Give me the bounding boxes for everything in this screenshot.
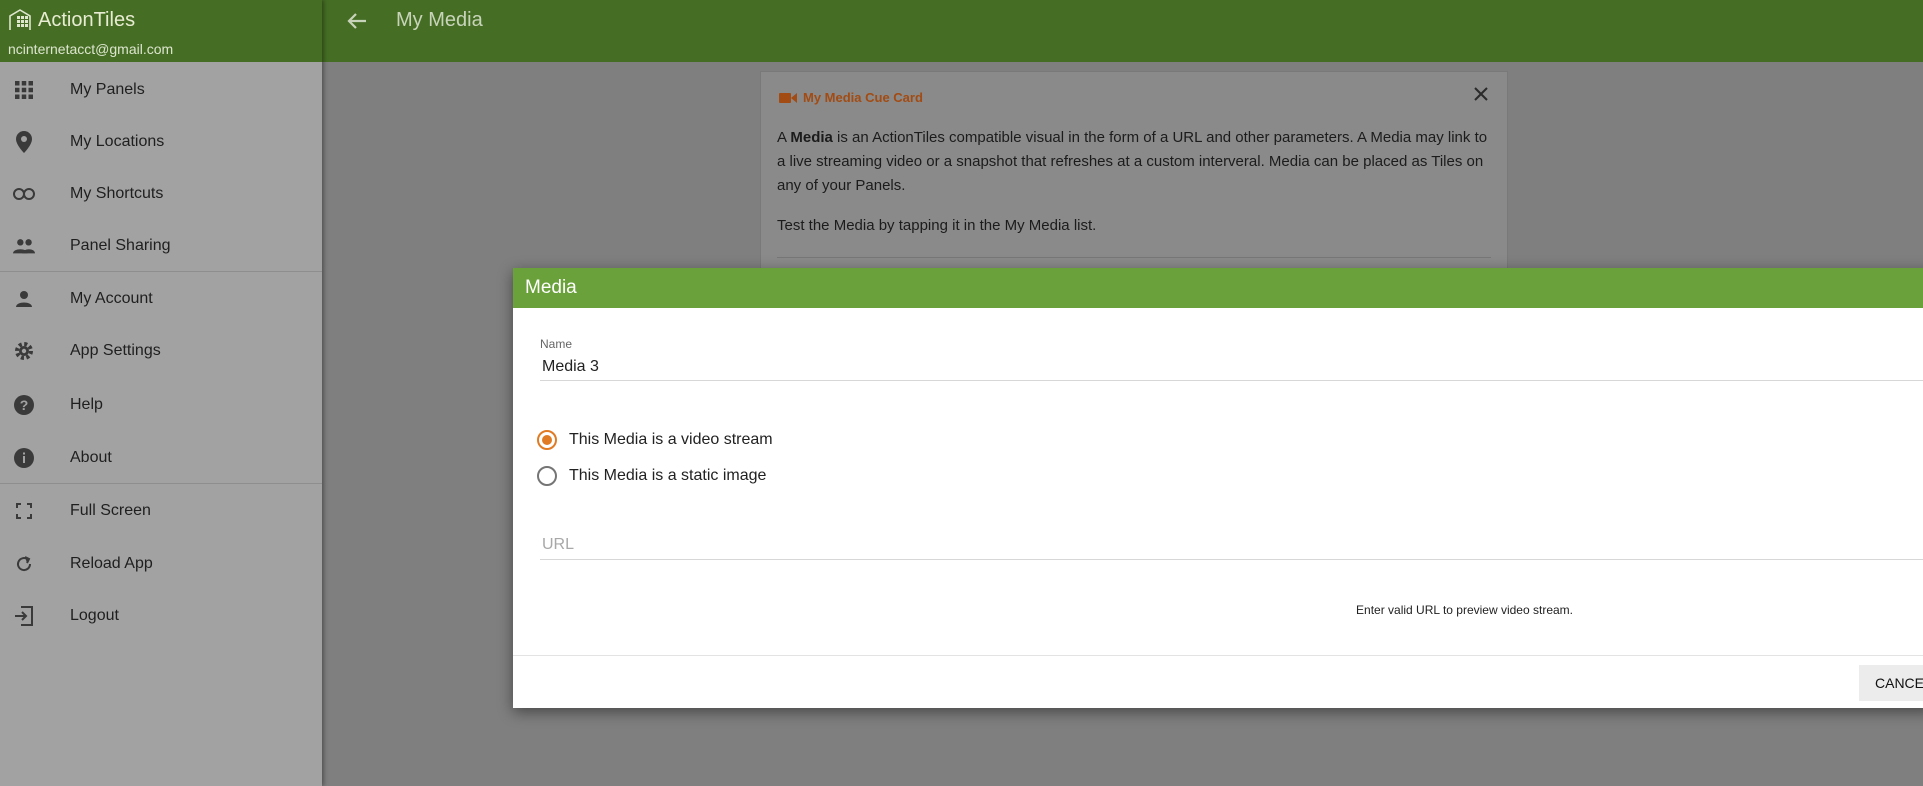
sidebar-item-label: Full Screen [70, 502, 151, 519]
brand-name: ActionTiles [38, 8, 136, 31]
close-icon[interactable] [1471, 84, 1491, 104]
dialog-title: Media [513, 268, 1923, 308]
sidebar-item-label: My Panels [70, 81, 145, 98]
sidebar-item-label: Help [70, 396, 103, 413]
sidebar-item-app-settings[interactable]: App Settings [0, 331, 322, 371]
sidebar-item-my-shortcuts[interactable]: My Shortcuts [0, 174, 322, 214]
sidebar-item-full-screen[interactable]: Full Screen [0, 491, 322, 531]
sidebar-divider [0, 483, 322, 484]
sidebar-item-label: My Shortcuts [70, 185, 164, 202]
sidebar-item-my-locations[interactable]: My Locations [0, 122, 322, 162]
brand: ActionTiles [8, 8, 135, 32]
person-icon [13, 288, 35, 310]
sidebar-item-about[interactable]: About [0, 438, 322, 478]
cue-card-body: A Media is an ActionTiles compatible vis… [777, 126, 1497, 254]
cue-card: My Media Cue Card A Media is an ActionTi… [760, 71, 1508, 271]
cue-card-title-text: My Media Cue Card [803, 90, 923, 105]
radio-label: This Media is a static image [569, 467, 767, 484]
sidebar-item-label: About [70, 449, 112, 466]
cue-card-title: My Media Cue Card [779, 90, 923, 105]
logout-icon [13, 605, 35, 627]
sidebar-item-label: Reload App [70, 555, 153, 572]
radio-video-stream[interactable]: This Media is a video stream [537, 430, 773, 450]
cue-text-prefix: A [777, 129, 791, 146]
name-field-label: Name [540, 337, 573, 351]
sidebar-item-label: Logout [70, 607, 119, 624]
sidebar-item-logout[interactable]: Logout [0, 596, 322, 636]
cue-card-paragraph: Test the Media by tapping it in the My M… [777, 217, 1097, 234]
sidebar-header: ActionTiles ncinternetacct@gmail.com [0, 0, 322, 62]
sidebar-item-help[interactable]: ? Help [0, 385, 322, 425]
sidebar-item-reload-app[interactable]: Reload App [0, 544, 322, 584]
media-dialog: Media Name This Media is a video stream … [513, 268, 1923, 708]
top-app-bar: My Media [322, 0, 1923, 62]
radio-static-image[interactable]: This Media is a static image [537, 466, 766, 486]
video-camera-icon [779, 92, 797, 103]
gear-icon [13, 340, 35, 362]
cue-text-rest: is an ActionTiles compatible visual in t… [777, 129, 1488, 194]
sidebar-item-panel-sharing[interactable]: Panel Sharing [0, 226, 322, 266]
actiontiles-logo-icon [9, 9, 31, 30]
preview-hint: Enter valid URL to preview video stream. [1356, 603, 1573, 617]
help-icon: ? [13, 394, 35, 416]
people-icon [13, 235, 35, 257]
sidebar-item-label: Panel Sharing [70, 237, 171, 254]
info-icon [13, 447, 35, 469]
svg-text:?: ? [20, 397, 29, 413]
sidebar-item-my-panels[interactable]: My Panels [0, 70, 322, 110]
account-email: ncinternetacct@gmail.com [8, 41, 174, 57]
back-arrow-icon[interactable] [346, 10, 368, 32]
radio-button-checked[interactable] [537, 430, 557, 450]
name-field[interactable] [540, 353, 1923, 381]
radio-button-unchecked[interactable] [537, 466, 557, 486]
cue-text-bold: Media [790, 129, 833, 146]
cancel-button[interactable]: CANCEL [1859, 665, 1923, 701]
link-icon [13, 183, 35, 205]
url-field[interactable] [540, 530, 1923, 560]
fullscreen-icon [13, 500, 35, 522]
reload-icon [13, 553, 35, 575]
cue-card-divider [777, 257, 1491, 258]
sidebar: ActionTiles ncinternetacct@gmail.com My … [0, 0, 322, 786]
grid-icon [13, 79, 35, 101]
sidebar-item-my-account[interactable]: My Account [0, 279, 322, 319]
cue-card-paragraph: A Media is an ActionTiles compatible vis… [777, 126, 1497, 198]
page-title: My Media [396, 9, 483, 31]
radio-label: This Media is a video stream [569, 431, 773, 448]
sidebar-item-label: App Settings [70, 342, 161, 359]
location-pin-icon [13, 131, 35, 153]
sidebar-item-label: My Locations [70, 133, 165, 150]
sidebar-divider [0, 271, 322, 272]
dialog-divider [513, 655, 1923, 656]
sidebar-item-label: My Account [70, 290, 153, 307]
